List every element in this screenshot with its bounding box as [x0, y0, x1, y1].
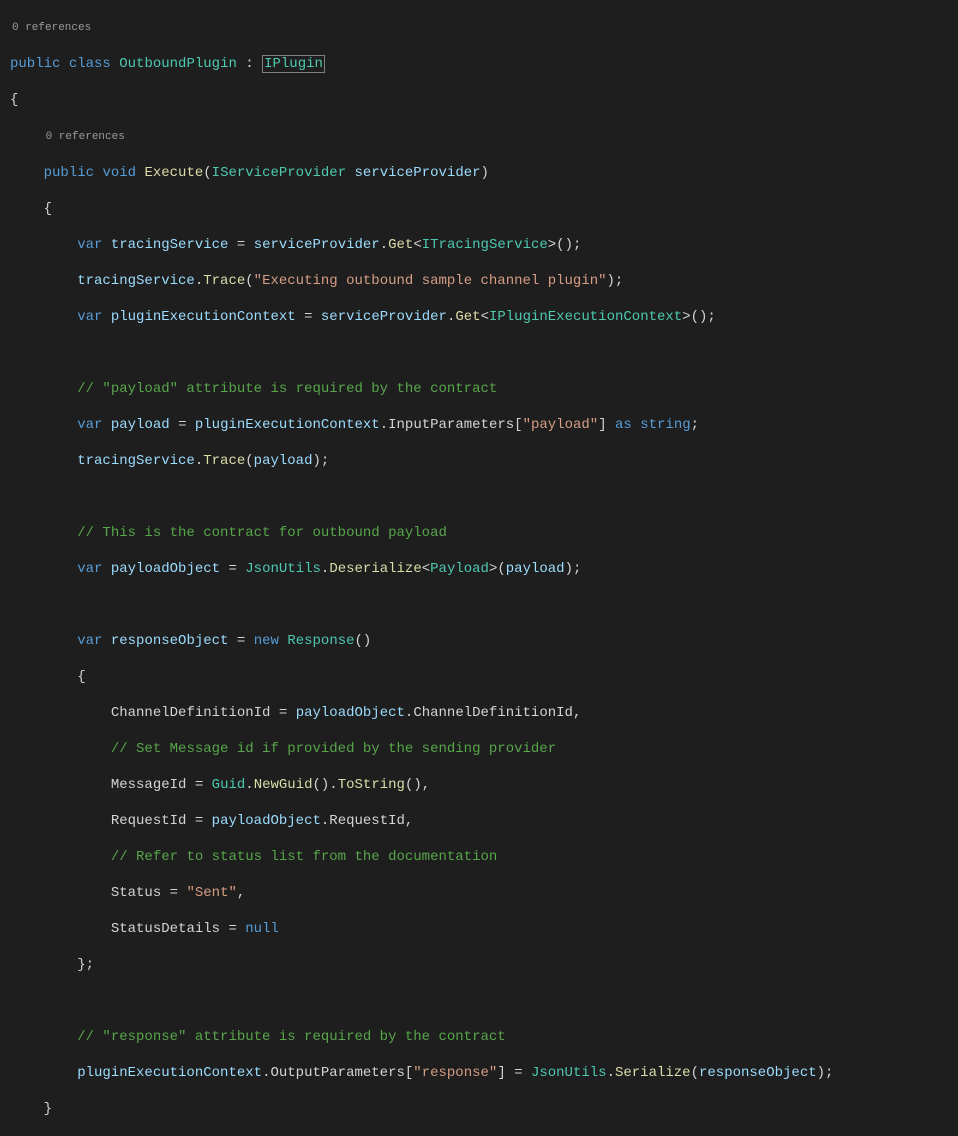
code-line: public class OutboundPlugin : IPlugin [10, 55, 958, 73]
code-line: public void Execute(IServiceProvider ser… [10, 164, 958, 182]
code-line [10, 344, 958, 362]
selected-type: IPlugin [262, 55, 325, 73]
code-line: var payload = pluginExecutionContext.Inp… [10, 416, 958, 434]
code-line: // Refer to status list from the documen… [10, 848, 958, 866]
code-line: tracingService.Trace("Executing outbound… [10, 272, 958, 290]
code-line: tracingService.Trace(payload); [10, 452, 958, 470]
code-line: Status = "Sent", [10, 884, 958, 902]
code-line [10, 596, 958, 614]
code-line: { [10, 668, 958, 686]
code-line [10, 992, 958, 1010]
code-line: // This is the contract for outbound pay… [10, 524, 958, 542]
code-line: var pluginExecutionContext = serviceProv… [10, 308, 958, 326]
code-line: // Set Message id if provided by the sen… [10, 740, 958, 758]
code-editor[interactable]: 0 references public class OutboundPlugin… [0, 0, 958, 1136]
code-line: { [10, 200, 958, 218]
code-line [10, 488, 958, 506]
code-line: var responseObject = new Response() [10, 632, 958, 650]
code-line: { [10, 91, 958, 109]
code-line: var tracingService = serviceProvider.Get… [10, 236, 958, 254]
code-line: }; [10, 956, 958, 974]
code-line: ChannelDefinitionId = payloadObject.Chan… [10, 704, 958, 722]
code-line: MessageId = Guid.NewGuid().ToString(), [10, 776, 958, 794]
code-line: } [10, 1100, 958, 1118]
code-line: pluginExecutionContext.OutputParameters[… [10, 1064, 958, 1082]
codelens-method[interactable]: 0 references [44, 131, 125, 143]
code-line: StatusDetails = null [10, 920, 958, 938]
code-line: RequestId = payloadObject.RequestId, [10, 812, 958, 830]
code-line: // "payload" attribute is required by th… [10, 380, 958, 398]
code-line: var payloadObject = JsonUtils.Deserializ… [10, 560, 958, 578]
codelens-class[interactable]: 0 references [10, 22, 91, 34]
code-line: // "response" attribute is required by t… [10, 1028, 958, 1046]
